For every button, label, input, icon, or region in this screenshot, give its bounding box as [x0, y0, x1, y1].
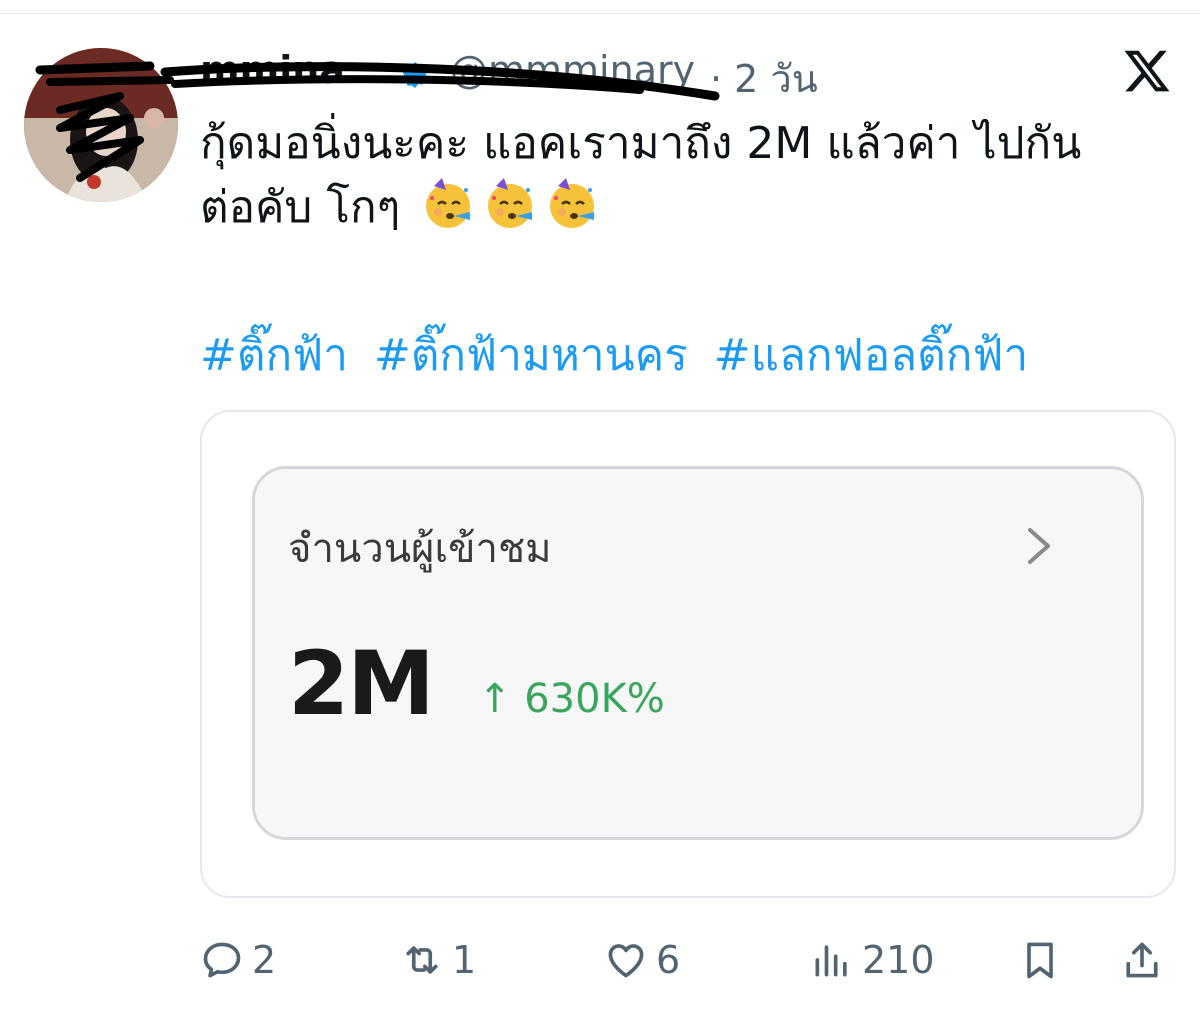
- timestamp[interactable]: · 2 วัน: [710, 48, 818, 109]
- heart-icon: [608, 944, 644, 978]
- tweet-text-line-2: ต่อคับ โกๆ: [200, 176, 1160, 240]
- author-name[interactable]: mmina: [200, 48, 345, 92]
- tweet-header: mmina @mmminary · 2 วัน: [200, 40, 1060, 104]
- repost-button[interactable]: 1: [400, 930, 476, 990]
- stat-label: จำนวนผู้เข้าชม: [288, 526, 552, 572]
- hashtags: #ติ๊กฟ้า #ติ๊กฟ้ามหานคร #แลกฟอลติ๊กฟ้า: [200, 324, 1040, 388]
- repost-icon: [406, 946, 438, 974]
- x-logo-icon[interactable]: [1122, 46, 1172, 96]
- repost-count: 1: [452, 938, 477, 982]
- bookmark-icon: [1027, 942, 1053, 979]
- partying-face-emoji-icon: [426, 178, 471, 228]
- hashtag-link[interactable]: #ติ๊กฟ้า: [200, 330, 348, 381]
- partying-face-emoji-icon: [488, 178, 533, 228]
- like-button[interactable]: 6: [604, 930, 680, 990]
- like-count: 6: [656, 938, 681, 982]
- hashtag-link[interactable]: #แลกฟอลติ๊กฟ้า: [714, 330, 1028, 381]
- views-count: 210: [862, 938, 935, 982]
- author-handle[interactable]: @mmminary: [450, 48, 695, 92]
- stat-change: ↑ 630K%: [478, 676, 665, 722]
- action-bar: 2 1 6 210: [200, 930, 1176, 990]
- top-divider: [0, 13, 1200, 14]
- reply-icon: [203, 942, 241, 978]
- media-image[interactable]: จำนวนผู้เข้าชม 2M ↑ 630K%: [200, 410, 1176, 898]
- reply-count: 2: [252, 938, 277, 982]
- tweet-text-line-2-text: ต่อคับ โกๆ: [200, 182, 401, 233]
- partying-face-emoji-icon: [550, 178, 595, 228]
- chevron-right-icon: [1028, 528, 1050, 564]
- share-icon: [1126, 942, 1158, 978]
- bookmark-button[interactable]: [1018, 930, 1070, 990]
- avatar[interactable]: [24, 48, 178, 202]
- share-button[interactable]: [1120, 930, 1172, 990]
- verified-badge-icon: [402, 61, 428, 89]
- views-button[interactable]: 210: [810, 930, 935, 990]
- tweet-text: กุ้ดมอนิ่งนะคะ แอคเรามาถึง 2M แล้วค่า ไป…: [200, 112, 1160, 240]
- hashtag-link[interactable]: #ติ๊กฟ้ามหานคร: [374, 330, 688, 381]
- views-chart-icon: [815, 945, 847, 977]
- reply-button[interactable]: 2: [200, 930, 276, 990]
- stat-value: 2M: [288, 632, 435, 735]
- tweet-text-line-1: กุ้ดมอนิ่งนะคะ แอคเรามาถึง 2M แล้วค่า ไป…: [200, 118, 1082, 169]
